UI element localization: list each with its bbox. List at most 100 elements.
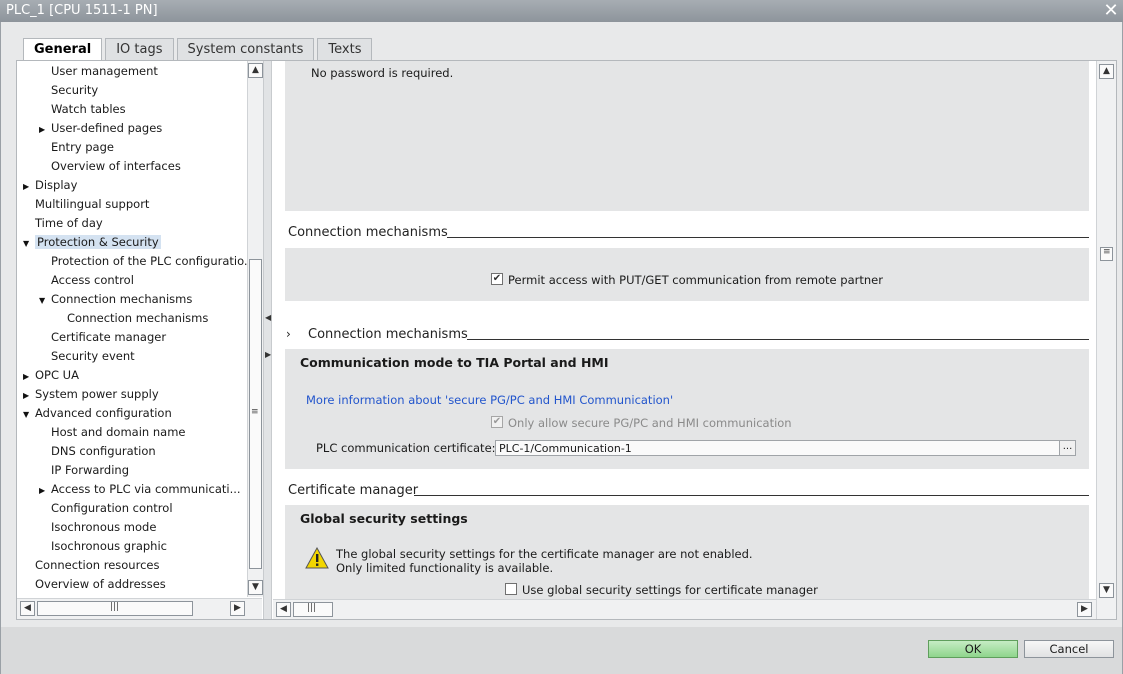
close-icon[interactable]: ✕ (1101, 0, 1121, 22)
tab-system-constants[interactable]: System constants (176, 38, 315, 60)
tree-item[interactable]: Watch tables (39, 100, 126, 119)
tree-item-label: Watch tables (51, 102, 126, 116)
tree-item[interactable]: Certificate manager (39, 328, 166, 347)
tree-item[interactable]: ▶ Access to PLC via communicati... (39, 480, 241, 499)
panel-vertical-scrollbar[interactable]: ▲ ≡ ▼ (1096, 61, 1116, 619)
secure-only-label: Only allow secure PG/PC and HMI communic… (508, 416, 792, 430)
tab-io-tags[interactable]: IO tags (105, 38, 174, 60)
collapse-left-icon[interactable]: ◀ (265, 311, 271, 325)
cert-field[interactable]: PLC-1/Communication-1 (495, 440, 1060, 456)
cancel-button[interactable]: Cancel (1024, 640, 1114, 658)
tree-item[interactable]: ▼ Protection & Security (23, 233, 161, 252)
tree-item[interactable]: Entry page (39, 138, 114, 157)
tree-item-label: User-defined pages (51, 121, 163, 135)
expand-arrow-icon[interactable]: ▶ (23, 367, 35, 386)
grip-icon: ≡ (251, 407, 259, 417)
panel-scroll-left-icon[interactable]: ◀ (276, 602, 291, 617)
tree-item[interactable]: Overview of addresses (23, 575, 166, 594)
tree-scroll-left-icon[interactable]: ◀ (20, 601, 35, 616)
tree-item-label: Overview of interfaces (51, 159, 181, 173)
tree-item-label: Isochronous mode (51, 520, 157, 534)
password-info-box: No password is required. (285, 61, 1089, 211)
navigation-tree: User management Security Watch tables ▶ User… (17, 61, 247, 597)
panel-scroll-up-icon[interactable]: ▲ (1099, 64, 1114, 79)
tree-item[interactable]: ▶ System power supply (23, 385, 159, 404)
tree-item[interactable]: Security (39, 81, 98, 100)
button-bar: OK Cancel (1, 627, 1122, 674)
expand-arrow-icon[interactable]: › (286, 327, 291, 341)
tree-item-label: Configuration control (51, 501, 173, 515)
tree-item[interactable]: Time of day (23, 214, 103, 233)
cert-label: PLC communication certificate: (316, 441, 496, 455)
tree-item[interactable]: ▶ OPC UA (23, 366, 79, 385)
tree-item[interactable]: ▼ Connection mechanisms (39, 290, 192, 309)
collapse-arrow-icon[interactable]: ▼ (39, 291, 51, 310)
tree-item[interactable]: Overview of interfaces (39, 157, 181, 176)
tree-item-label: DNS configuration (51, 444, 156, 458)
expand-arrow-icon[interactable]: ▶ (39, 120, 51, 139)
tab-general[interactable]: General (23, 38, 103, 61)
tree-item-label: Time of day (35, 216, 103, 230)
tree-item-label: System power supply (35, 387, 159, 401)
tree-item-label: OPC UA (35, 368, 79, 382)
tree-item-label: Entry page (51, 140, 114, 154)
tree-item[interactable]: ▼ Advanced configuration (23, 404, 172, 423)
collapse-arrow-icon[interactable]: ▼ (23, 405, 35, 424)
tab-texts[interactable]: Texts (317, 38, 373, 60)
section-title-connection-mechanisms-2: Connection mechanisms (308, 327, 468, 342)
tree-item[interactable]: Configuration control (39, 499, 173, 518)
tree-scroll-up-icon[interactable]: ▲ (248, 63, 263, 78)
tree-item-label: Access control (51, 273, 134, 287)
properties-panel: No password is required. Connection mech… (273, 61, 1116, 619)
tree-item-label: Security event (51, 349, 135, 363)
section-title-certificate-manager: Certificate manager (288, 483, 419, 498)
tree-item[interactable]: Multilingual support (23, 195, 149, 214)
pane-splitter[interactable]: ◀ ▶ (263, 61, 272, 619)
collapse-arrow-icon[interactable]: ▼ (23, 234, 35, 253)
tree-item[interactable]: ▶ Display (23, 176, 77, 195)
ok-button[interactable]: OK (928, 640, 1018, 658)
tree-item-label: Connection resources (35, 558, 160, 572)
tree-item[interactable]: Access control (39, 271, 134, 290)
window-title: PLC_1 [CPU 1511-1 PN] (6, 3, 158, 18)
tree-item[interactable]: User management (39, 62, 158, 81)
tree-item[interactable]: DNS configuration (39, 442, 156, 461)
panel-scroll-right-icon[interactable]: ▶ (1077, 602, 1092, 617)
expand-arrow-icon[interactable]: ▶ (23, 386, 35, 405)
grip-icon: ||| (307, 603, 317, 613)
grip-icon: ||| (110, 602, 120, 612)
tree-item-label: Host and domain name (51, 425, 186, 439)
tree-item[interactable]: Isochronous mode (39, 518, 156, 537)
tree-horizontal-scrollbar[interactable]: ◀ ||| ▶ (17, 598, 262, 619)
tree-scroll-right-icon[interactable]: ▶ (230, 601, 245, 616)
secure-only-checkbox[interactable]: ✔ (491, 416, 503, 428)
tree-item[interactable]: IP Forwarding (39, 461, 129, 480)
tree-item[interactable]: ▶ User-defined pages (39, 119, 162, 138)
tree-item[interactable]: Connection mechanisms (55, 309, 208, 328)
tree-item[interactable]: Host and domain name (39, 423, 185, 442)
tree-scroll-down-icon[interactable]: ▼ (248, 580, 263, 595)
put-get-box: ✔ Permit access with PUT/GET communicati… (285, 248, 1089, 301)
cert-browse-button[interactable]: ... (1059, 440, 1076, 456)
title-bar: PLC_1 [CPU 1511-1 PN] ✕ (0, 0, 1123, 22)
tree-item[interactable]: Isochronous graphic (39, 537, 167, 556)
tree-item-label: Protection & Security (35, 235, 161, 249)
panel-horizontal-scrollbar[interactable]: ◀ ||| ▶ (273, 599, 1096, 619)
tree-item[interactable]: Security event (39, 347, 135, 366)
expand-arrow-icon[interactable]: ▶ (39, 481, 51, 500)
panel-scroll-down-icon[interactable]: ▼ (1099, 583, 1114, 598)
tree-item-label: Security (51, 83, 99, 97)
section-title-connection-mechanisms: Connection mechanisms (288, 225, 448, 240)
expand-right-icon[interactable]: ▶ (265, 348, 271, 362)
tree-vertical-scrollbar[interactable]: ▲ ≡ ▼ (247, 61, 263, 597)
tree-item[interactable]: Protection of the PLC configuratio... (39, 252, 247, 271)
grip-icon: ≡ (1103, 247, 1111, 257)
expand-arrow-icon[interactable]: ▶ (23, 177, 35, 196)
tab-bar: General IO tags System constants Texts (23, 38, 375, 61)
put-get-checkbox[interactable]: ✔ (491, 273, 503, 285)
use-global-checkbox[interactable] (505, 583, 517, 595)
tree-item-label: Advanced configuration (35, 406, 172, 420)
tree-item[interactable]: Connection resources (23, 556, 159, 575)
more-info-link[interactable]: More information about 'secure PG/PC and… (306, 393, 673, 407)
section-divider (467, 339, 1089, 340)
